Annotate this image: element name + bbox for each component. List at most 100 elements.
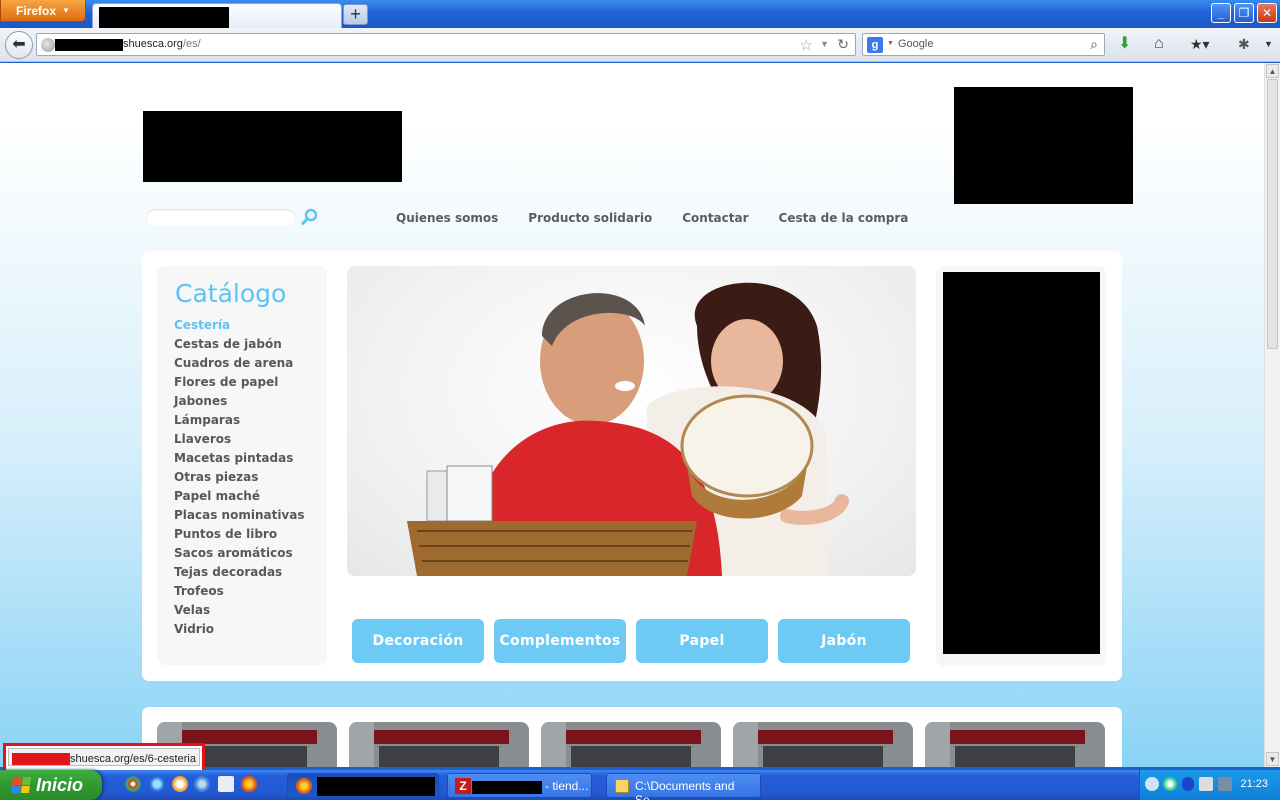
thunderbird-icon[interactable] [172,776,188,792]
site-search-input[interactable] [146,209,296,226]
category-link[interactable]: Trofeos [174,582,305,601]
category-link[interactable]: Puntos de libro [174,525,305,544]
status-panel: shuesca.org/es/6-cesteria [8,748,200,766]
status-url-popup: shuesca.org/es/6-cesteria [3,743,205,773]
clock[interactable]: 21:23 [1240,778,1268,790]
menu-quienes-somos[interactable]: Quienes somos [396,211,498,225]
windows-logo-icon [10,777,32,793]
product-thumbnail[interactable] [925,722,1105,767]
search-icon[interactable] [301,208,319,226]
category-link[interactable]: Papel maché [174,487,305,506]
chevron-down-icon[interactable]: ▼ [1264,34,1273,54]
papel-button[interactable]: Papel [636,619,768,663]
task-explorer[interactable]: C:\Documents and Se... [606,773,761,800]
scroll-up-arrow[interactable]: ▲ [1266,64,1279,78]
category-link[interactable]: Jabones [174,392,305,411]
task-firefox[interactable] [287,773,439,798]
url-text: shuesca.org/es/ [123,38,201,50]
network-icon[interactable] [194,776,210,792]
task-title-redacted [317,777,435,796]
reload-icon[interactable]: ↻ [837,36,849,53]
history-dropdown-icon[interactable]: ▼ [820,39,829,49]
chrome-icon[interactable] [125,776,141,792]
task-filezilla[interactable]: Z - tiend... [447,773,592,798]
addon-icon[interactable]: ✱ [1238,34,1250,54]
restore-button[interactable]: ❐ [1234,3,1254,23]
address-bar[interactable]: shuesca.org/es/ ☆ ▼ ↻ [36,33,856,56]
new-tab-button[interactable]: + [343,4,368,25]
category-link[interactable]: Vidrio [174,620,305,639]
task-title-redacted [472,781,542,794]
catalog-sidebar: Catálogo Cestería Cestas de jabón Cuadro… [157,266,327,665]
category-link[interactable]: Sacos aromáticos [174,544,305,563]
category-link[interactable]: Cuadros de arena [174,354,305,373]
category-link[interactable]: Flores de papel [174,373,305,392]
firefox-icon[interactable] [241,776,257,792]
browser-tab[interactable] [92,3,342,29]
menu-cesta-compra[interactable]: Cesta de la compra [779,211,909,225]
notepad-icon[interactable] [218,776,234,792]
shop-front-image [541,722,721,767]
windows-taskbar: Inicio Z - tiend... C:\Documents and Se.… [0,770,1280,800]
volume-icon[interactable] [1199,777,1213,791]
category-link[interactable]: Tejas decoradas [174,563,305,582]
bookmarks-menu-icon[interactable]: ★▾ [1190,34,1210,54]
category-list: Cestería Cestas de jabón Cuadros de aren… [174,316,305,639]
download-icon[interactable]: ⬇ [1118,34,1131,54]
hero-image[interactable] [347,266,916,576]
home-icon[interactable]: ⌂ [1154,34,1164,54]
side-banner-redacted [943,272,1100,654]
menu-producto-solidario[interactable]: Producto solidario [528,211,652,225]
close-button[interactable]: ✕ [1257,3,1277,23]
filezilla-icon: Z [455,778,471,794]
network-status-icon[interactable] [1218,777,1232,791]
firefox-menu-button[interactable]: Firefox ▼ [0,0,86,22]
product-thumbnail[interactable] [733,722,913,767]
scroll-down-arrow[interactable]: ▼ [1266,752,1279,766]
google-icon[interactable]: g [867,37,883,53]
product-thumbnail[interactable] [349,722,529,767]
vertical-scrollbar[interactable]: ▲ ▼ [1264,63,1280,767]
category-link[interactable]: Placas nominativas [174,506,305,525]
site-logo-redacted [143,111,402,182]
category-link[interactable]: Llaveros [174,430,305,449]
navigation-toolbar: ⬅ shuesca.org/es/ ☆ ▼ ↻ g ▼ Google ⌕ [0,28,1280,62]
task-filezilla-label: - tiend... [545,779,589,793]
status-url-text: shuesca.org/es/6-cesteria [70,753,196,765]
category-link[interactable]: Otras piezas [174,468,305,487]
site-identity-icon[interactable] [41,38,55,52]
tray-app-icon[interactable] [1163,777,1177,791]
shop-front-image [733,722,913,767]
back-button[interactable]: ⬅ [5,31,33,59]
bluetooth-icon[interactable] [1182,777,1194,791]
scrollbar-thumb[interactable] [1267,79,1278,349]
engine-dropdown-icon[interactable]: ▼ [887,40,894,47]
category-link[interactable]: Cestería [174,316,305,335]
category-link[interactable]: Macetas pintadas [174,449,305,468]
jabon-button[interactable]: Jabón [778,619,910,663]
category-link[interactable]: Cestas de jabón [174,335,305,354]
product-thumbnail[interactable] [541,722,721,767]
internet-explorer-icon[interactable] [149,776,165,792]
decoracion-button[interactable]: Decoración [352,619,484,663]
menu-contactar[interactable]: Contactar [682,211,748,225]
tray-expand-icon[interactable] [1145,777,1159,791]
minimize-button[interactable]: _ [1211,3,1231,23]
complementos-button[interactable]: Complementos [494,619,626,663]
shop-front-image [925,722,1105,767]
search-icon[interactable]: ⌕ [1090,36,1098,53]
main-menu: Quienes somos Producto solidario Contact… [396,211,908,225]
back-arrow-icon: ⬅ [12,36,26,53]
folder-icon [615,779,629,793]
header-banner-redacted [954,87,1133,204]
chevron-down-icon: ▼ [62,6,70,15]
category-link[interactable]: Velas [174,601,305,620]
task-explorer-label: C:\Documents and Se... [635,779,735,800]
tab-title-redacted [99,7,229,29]
system-tray: 21:23 [1139,770,1280,800]
category-link[interactable]: Lámparas [174,411,305,430]
start-button[interactable]: Inicio [0,770,102,800]
bookmark-star-icon[interactable]: ☆ [800,36,813,54]
search-bar[interactable]: g ▼ Google ⌕ [862,33,1105,56]
catalog-title: Catálogo [175,279,287,308]
